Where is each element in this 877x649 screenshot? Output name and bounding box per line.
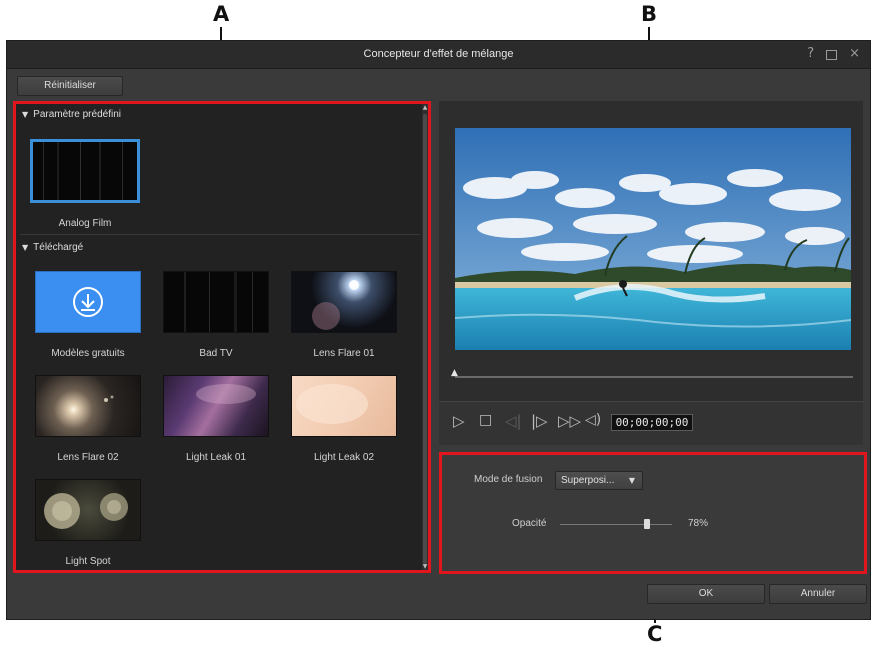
- scroll-down-icon[interactable]: ▼: [422, 563, 428, 570]
- label-analog-film: Analog Film: [58, 218, 112, 229]
- thumb-lens-flare-01[interactable]: [291, 271, 397, 333]
- opacity-slider[interactable]: [560, 519, 672, 529]
- window-controls: ? ×: [807, 46, 860, 62]
- chevron-down-icon: ▼: [628, 476, 635, 485]
- title-bar: Concepteur d'effet de mélange ? ×: [7, 41, 870, 69]
- label-lens-flare-01: Lens Flare 01: [313, 348, 375, 359]
- label-light-leak-01: Light Leak 01: [185, 452, 247, 463]
- playhead-handle-icon[interactable]: ▲: [451, 368, 458, 378]
- collapse-triangle-icon: ▼: [22, 110, 29, 119]
- opacity-value: 78%: [688, 518, 709, 529]
- timecode-display: 00;00;00;00: [611, 414, 693, 431]
- callout-b: B: [641, 2, 658, 26]
- maximize-icon[interactable]: [826, 50, 838, 60]
- thumb-free-templates[interactable]: [35, 271, 141, 333]
- scroll-up-icon[interactable]: ▲: [422, 104, 428, 111]
- label-bad-tv: Bad TV: [199, 348, 233, 359]
- preview-kitesurf-image: [455, 128, 851, 350]
- thumb-light-spot[interactable]: [35, 479, 141, 541]
- lens-flare-thumbnail: [312, 280, 359, 330]
- volume-icon[interactable]: ◁): [585, 412, 601, 428]
- scroll-thumb[interactable]: [423, 114, 427, 564]
- light-leak-thumbnail: [296, 384, 368, 424]
- blend-mode-label: Mode de fusion: [474, 474, 543, 485]
- lens-flare-thumbnail: [104, 395, 114, 402]
- section-preset-header[interactable]: ▼ Paramètre prédéfini: [22, 109, 121, 120]
- section-downloaded-header[interactable]: ▼ Téléchargé: [22, 242, 83, 253]
- cancel-button[interactable]: Annuler: [769, 584, 867, 604]
- opacity-label: Opacité: [512, 518, 547, 529]
- section-downloaded-label: Téléchargé: [33, 242, 84, 253]
- section-divider: [20, 234, 420, 235]
- reset-button[interactable]: Réinitialiser: [17, 76, 123, 96]
- callout-a: A: [213, 2, 230, 26]
- next-frame-icon[interactable]: |▷: [531, 412, 548, 430]
- blend-effect-designer-window: Concepteur d'effet de mélange ? × Réinit…: [6, 40, 871, 620]
- light-leak-thumbnail: [196, 384, 256, 404]
- callout-c: C: [647, 622, 663, 646]
- download-icon: [73, 287, 103, 317]
- blend-settings-panel: Mode de fusion Superposi... ▼ Opacité 78…: [439, 452, 867, 574]
- preview-video-frame: [455, 128, 851, 350]
- previous-frame-icon[interactable]: ◁|: [505, 412, 522, 430]
- window-title: Concepteur d'effet de mélange: [363, 48, 514, 60]
- opacity-slider-handle[interactable]: [644, 519, 651, 529]
- effects-scrollbar[interactable]: ▲ ▼: [422, 104, 428, 570]
- ok-button[interactable]: OK: [647, 584, 765, 604]
- thumb-light-leak-01[interactable]: [163, 375, 269, 437]
- preview-timeline[interactable]: ▲: [451, 368, 853, 378]
- stop-icon[interactable]: □: [479, 412, 492, 428]
- light-spot-thumbnail: [44, 493, 128, 529]
- help-icon[interactable]: ?: [807, 46, 814, 62]
- play-icon[interactable]: ▷: [453, 412, 465, 430]
- blend-mode-value: Superposi...: [561, 475, 615, 486]
- close-icon[interactable]: ×: [849, 46, 860, 62]
- thumb-lens-flare-02[interactable]: [35, 375, 141, 437]
- label-light-leak-02: Light Leak 02: [313, 452, 375, 463]
- thumb-analog-film[interactable]: [30, 139, 140, 203]
- player-controls: ▷ □ ◁| |▷ ▷▷ ◁) 00;00;00;00: [439, 401, 863, 445]
- collapse-triangle-icon: ▼: [22, 243, 29, 252]
- fast-forward-icon[interactable]: ▷▷: [558, 412, 581, 430]
- label-light-spot: Light Spot: [65, 556, 111, 567]
- thumb-bad-tv[interactable]: [163, 271, 269, 333]
- label-free-templates: Modèles gratuits: [51, 348, 125, 359]
- section-preset-label: Paramètre prédéfini: [33, 109, 121, 120]
- analog-film-thumbnail: [33, 142, 137, 200]
- blend-mode-dropdown[interactable]: Superposi... ▼: [555, 471, 643, 490]
- bad-tv-thumbnail: [164, 272, 268, 332]
- thumb-light-leak-02[interactable]: [291, 375, 397, 437]
- label-lens-flare-02: Lens Flare 02: [57, 452, 119, 463]
- preview-panel: ▲: [439, 101, 863, 401]
- effects-library-panel: ▼ Paramètre prédéfini Analog Film ▼ Téléch…: [13, 101, 431, 573]
